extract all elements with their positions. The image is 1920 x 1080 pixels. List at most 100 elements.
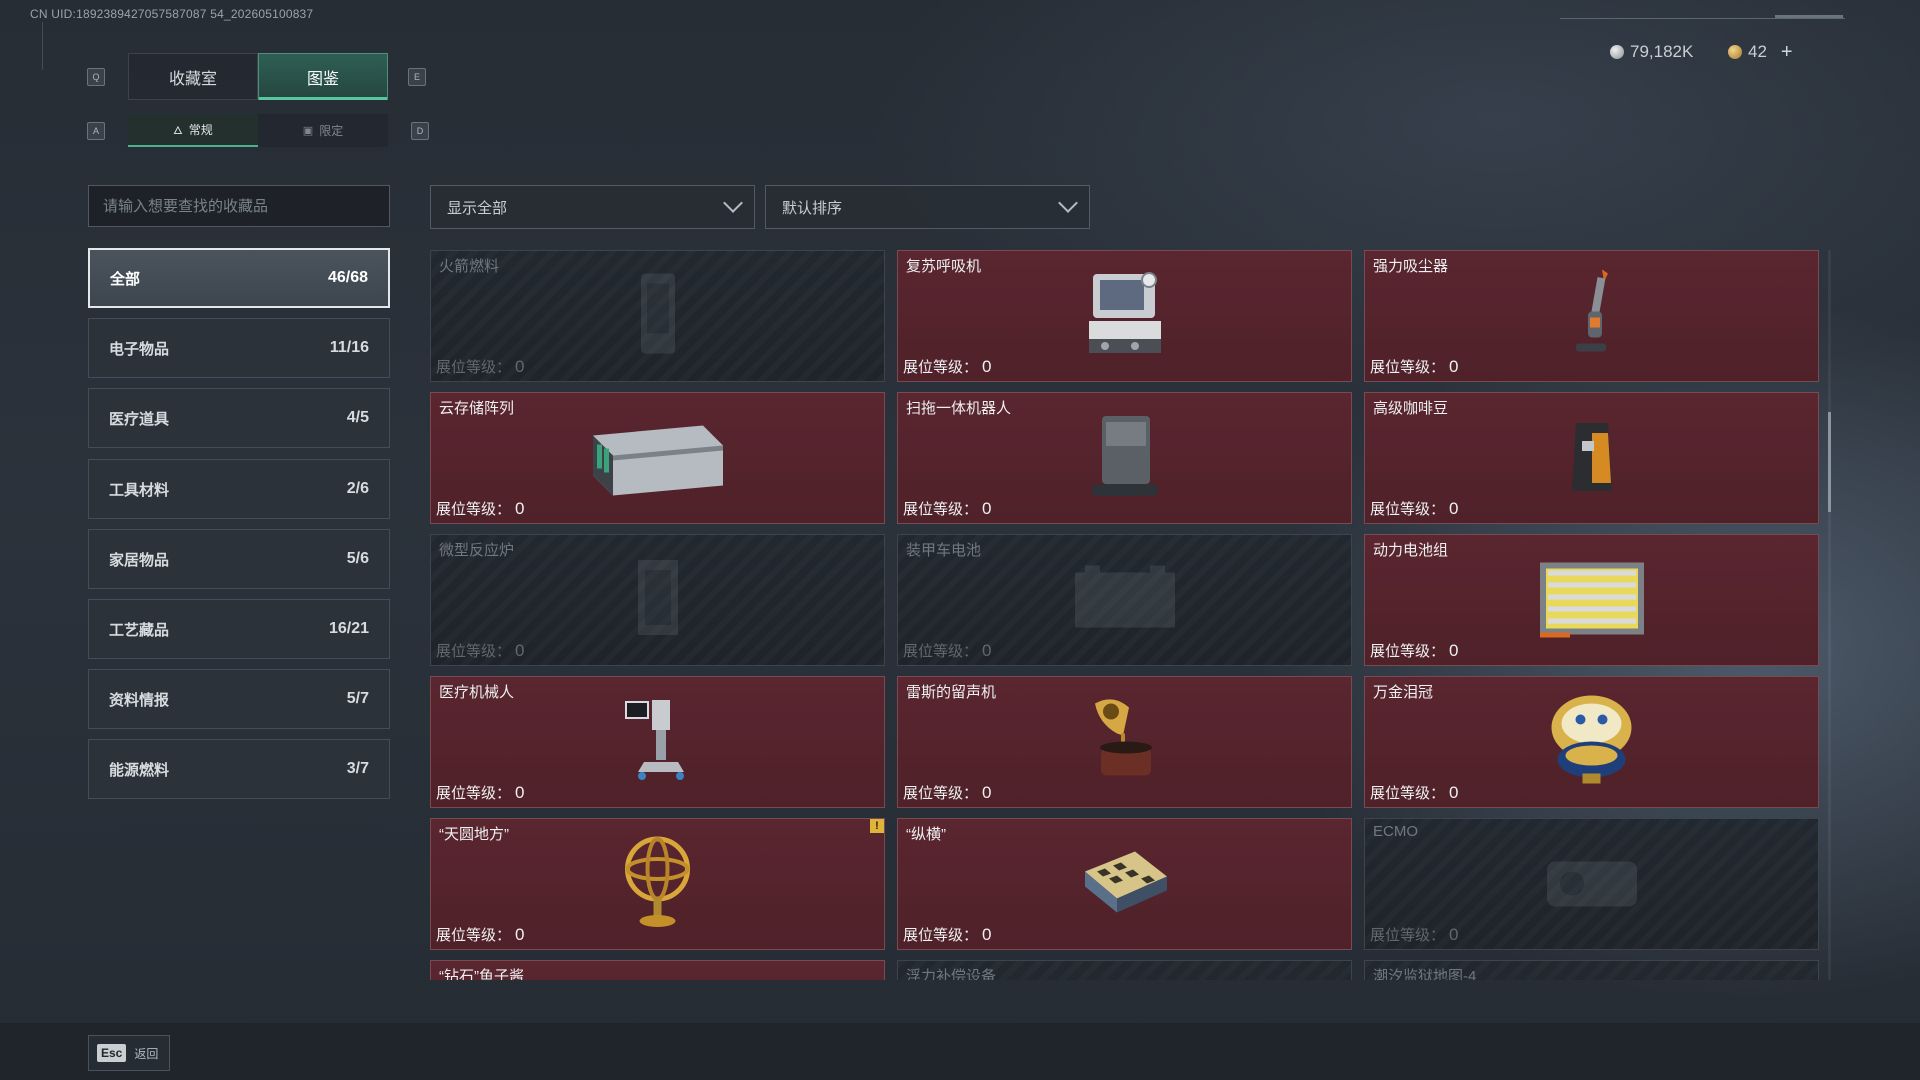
item-card-caviar[interactable]: “钻石”鱼子酱 — [430, 960, 885, 980]
item-card-jeweled-egg[interactable]: 万金泪冠 展位等级： 0 — [1364, 676, 1819, 808]
edge-decoration — [42, 22, 50, 70]
flame-icon: 🜂 — [173, 124, 183, 137]
item-card-storage-array[interactable]: 云存储阵列 展位等级： 0 — [430, 392, 885, 524]
battery-pack-icon — [1532, 553, 1652, 648]
category-intel[interactable]: 资料情报 5/7 — [88, 669, 390, 729]
item-name: 浮力补偿设备 — [906, 968, 997, 980]
chevron-down-icon — [1058, 193, 1078, 213]
top-divider — [1560, 18, 1845, 19]
category-all[interactable]: 全部 46/68 — [88, 248, 390, 308]
category-label: 全部 — [110, 270, 141, 288]
category-count: 46/68 — [327, 269, 368, 286]
uid-text: CN UID:1892389427057587087 54_2026051008… — [30, 7, 314, 21]
grid-scrollbar-thumb[interactable] — [1828, 412, 1831, 512]
ecmo-icon — [1537, 842, 1647, 927]
item-card-ventilator[interactable]: 复苏呼吸机 展位等级： 0 — [897, 250, 1352, 382]
esc-key-hint: Esc — [97, 1044, 127, 1062]
item-level: 展位等级： 0 — [1370, 783, 1459, 802]
grid-scrollbar-track[interactable] — [1828, 250, 1831, 980]
item-name: 医疗机械人 — [439, 684, 515, 701]
item-card-power-battery-pack[interactable]: 动力电池组 展位等级： 0 — [1364, 534, 1819, 666]
category-label: 电子物品 — [109, 340, 170, 358]
category-tools[interactable]: 工具材料 2/6 — [88, 459, 390, 519]
item-level: 展位等级： 0 — [1370, 499, 1459, 518]
gramophone-icon — [1085, 690, 1165, 795]
category-label: 家居物品 — [109, 551, 170, 569]
gold-coin-icon — [1728, 45, 1742, 59]
category-count: 4/5 — [346, 409, 369, 426]
category-count: 2/6 — [346, 480, 369, 497]
category-count: 11/16 — [329, 339, 369, 356]
item-name: 动力电池组 — [1373, 542, 1449, 559]
item-name: 微型反应炉 — [439, 542, 515, 559]
item-level: 展位等级： 0 — [903, 499, 992, 518]
item-level: 展位等级： 0 — [903, 641, 992, 660]
item-name: ECMO — [1373, 823, 1418, 840]
item-card-gramophone[interactable]: 雷斯的留声机 展位等级： 0 — [897, 676, 1352, 808]
filter-selected: 显示全部 — [447, 199, 508, 217]
item-card-armored-battery[interactable]: 装甲车电池 展位等级： 0 — [897, 534, 1352, 666]
item-card-mop-robot[interactable]: 扫拖一体机器人 展位等级： 0 — [897, 392, 1352, 524]
category-count: 5/7 — [346, 690, 369, 707]
sort-selected: 默认排序 — [782, 199, 843, 217]
armillary-icon — [615, 829, 700, 939]
filter-dropdown[interactable]: 显示全部 — [430, 185, 755, 229]
medical-robot-icon — [618, 692, 698, 792]
search-input[interactable] — [88, 185, 390, 227]
item-card-micro-reactor[interactable]: 微型反应炉 展位等级： 0 — [430, 534, 885, 666]
chess-box-icon — [1075, 837, 1175, 932]
key-hint-q: Q — [87, 68, 105, 86]
item-card-buoyancy-device[interactable]: 浮力补偿设备 — [897, 960, 1352, 980]
item-grid: 火箭燃料 展位等级： 0 复苏呼吸机 展位等级： 0 强力吸尘器 展位等级： 0 云存… — [430, 250, 1820, 980]
item-level: 展位等级： 0 — [903, 783, 992, 802]
rocket-fuel-icon — [633, 269, 683, 364]
key-hint-a: A — [87, 122, 105, 140]
chevron-down-icon — [723, 193, 743, 213]
category-count: 16/21 — [328, 620, 369, 637]
mop-robot-icon — [1080, 408, 1170, 508]
subtab-limited[interactable]: ▣ 限定 — [258, 114, 388, 147]
back-button[interactable]: Esc 返回 — [88, 1035, 170, 1071]
token-balance: 42 + — [1728, 40, 1793, 64]
item-level: 展位等级： 0 — [903, 925, 992, 944]
category-label: 工具材料 — [109, 481, 170, 499]
item-card-vacuum[interactable]: 强力吸尘器 展位等级： 0 — [1364, 250, 1819, 382]
item-name: “天圆地方” — [439, 826, 509, 843]
coffee-bag-icon — [1562, 413, 1622, 503]
item-card-armillary[interactable]: “天圆地方” ! 展位等级： 0 — [430, 818, 885, 950]
subtab-label: 常规 — [188, 123, 213, 137]
item-level: 展位等级： 0 — [436, 499, 525, 518]
category-crafts[interactable]: 工艺藏品 16/21 — [88, 599, 390, 659]
battery-icon — [1065, 558, 1185, 643]
item-name: “纵横” — [906, 826, 946, 843]
category-energy[interactable]: 能源燃料 3/7 — [88, 739, 390, 799]
item-level: 展位等级： 0 — [436, 641, 525, 660]
item-card-tidal-prison-map[interactable]: 潮汐监狱地图-4 — [1364, 960, 1819, 980]
tab-collection-room[interactable]: 收藏室 — [128, 53, 258, 100]
item-name: 复苏呼吸机 — [906, 258, 982, 275]
category-medical[interactable]: 医疗道具 4/5 — [88, 388, 390, 448]
item-level: 展位等级： 0 — [1370, 357, 1459, 376]
subtab-regular[interactable]: 🜂 常规 — [128, 114, 258, 147]
category-home[interactable]: 家居物品 5/6 — [88, 529, 390, 589]
key-hint-e: E — [408, 68, 426, 86]
add-currency-button[interactable]: + — [1781, 41, 1793, 64]
item-card-chess-box[interactable]: “纵横” 展位等级： 0 — [897, 818, 1352, 950]
item-name: 强力吸尘器 — [1373, 258, 1449, 275]
item-card-ecmo[interactable]: ECMO 展位等级： 0 — [1364, 818, 1819, 950]
category-electronics[interactable]: 电子物品 11/16 — [88, 318, 390, 378]
vacuum-icon — [1562, 264, 1622, 369]
category-label: 资料情报 — [109, 691, 170, 709]
tab-catalog[interactable]: 图鉴 — [258, 53, 388, 100]
item-name: 装甲车电池 — [906, 542, 982, 559]
item-card-coffee-beans[interactable]: 高级咖啡豆 展位等级： 0 — [1364, 392, 1819, 524]
coin-amount: 79,182K — [1630, 42, 1694, 61]
back-label: 返回 — [134, 1046, 159, 1061]
item-card-rocket-fuel[interactable]: 火箭燃料 展位等级： 0 — [430, 250, 885, 382]
coin-balance: 79,182K — [1610, 40, 1693, 64]
item-card-medical-robot[interactable]: 医疗机械人 展位等级： 0 — [430, 676, 885, 808]
item-name: “钻石”鱼子酱 — [439, 968, 524, 980]
sort-dropdown[interactable]: 默认排序 — [765, 185, 1090, 229]
top-divider-accent — [1775, 15, 1843, 18]
category-label: 工艺藏品 — [109, 621, 170, 639]
